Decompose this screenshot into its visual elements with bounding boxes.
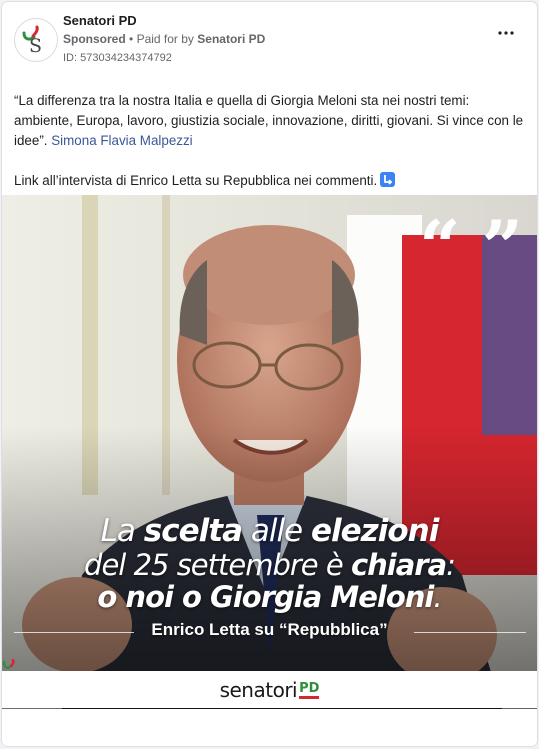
quote-marks: “ ” [419, 204, 523, 289]
headline-part: chiara [350, 548, 447, 582]
headline-part: . [433, 580, 442, 614]
more-options-button[interactable] [493, 22, 519, 44]
headline-part: : [446, 548, 456, 582]
headline-part: o noi o Giorgia Meloni [97, 580, 434, 614]
post-link-note: Link all’intervista di Enrico Letta su R… [14, 171, 529, 191]
sponsored-label: Sponsored [63, 32, 126, 46]
headline-line-1: La scelta alle elezioni [2, 513, 537, 549]
advertiser-name[interactable]: Senatori PD [63, 13, 137, 28]
headline-part: alle [241, 513, 311, 549]
ad-card: S Senatori PD Sponsored • Paid for by Se… [2, 2, 537, 746]
brand-logo-text: senatori [219, 677, 298, 702]
pd-swoosh-icon [2, 659, 15, 669]
arrow-down-right-icon [380, 172, 396, 187]
more-horizontal-icon [498, 31, 514, 35]
headline-part: elezioni [311, 513, 439, 549]
svg-text:S: S [29, 35, 42, 57]
paid-for-name[interactable]: Senatori PD [197, 32, 265, 46]
advertiser-avatar[interactable]: S [14, 18, 58, 62]
headline-part: del 25 settembre è [84, 548, 351, 582]
brand-bar: senatori PD [2, 659, 537, 708]
headline-part: La [100, 513, 144, 549]
sponsored-meta: Sponsored • Paid for by Senatori PD [63, 32, 265, 46]
headline-line-3: o noi o Giorgia Meloni. [2, 580, 537, 614]
ad-id: ID: 573034234374792 [63, 52, 172, 64]
senatori-pd-logo-icon: S [22, 25, 42, 57]
meta-separator: • [129, 32, 137, 46]
card-footer [2, 709, 537, 746]
mention-link[interactable]: Simona Flavia Malpezzi [51, 133, 192, 148]
ad-image[interactable]: “ ” La scelta alle elezioni del 25 sette… [2, 195, 537, 709]
headline-line-2: del 25 settembre è chiara: [2, 548, 537, 582]
brand-pd-mark: PD [299, 681, 320, 699]
image-caption: Enrico Letta su “Repubblica” [151, 620, 388, 639]
paid-for-prefix: Paid for by [136, 32, 194, 46]
headline-part: scelta [143, 513, 243, 549]
link-note-text: Link all’intervista di Enrico Letta su R… [14, 173, 378, 188]
post-quote: “La differenza tra la nostra Italia e qu… [14, 91, 529, 151]
post-body: “La differenza tra la nostra Italia e qu… [14, 91, 529, 191]
